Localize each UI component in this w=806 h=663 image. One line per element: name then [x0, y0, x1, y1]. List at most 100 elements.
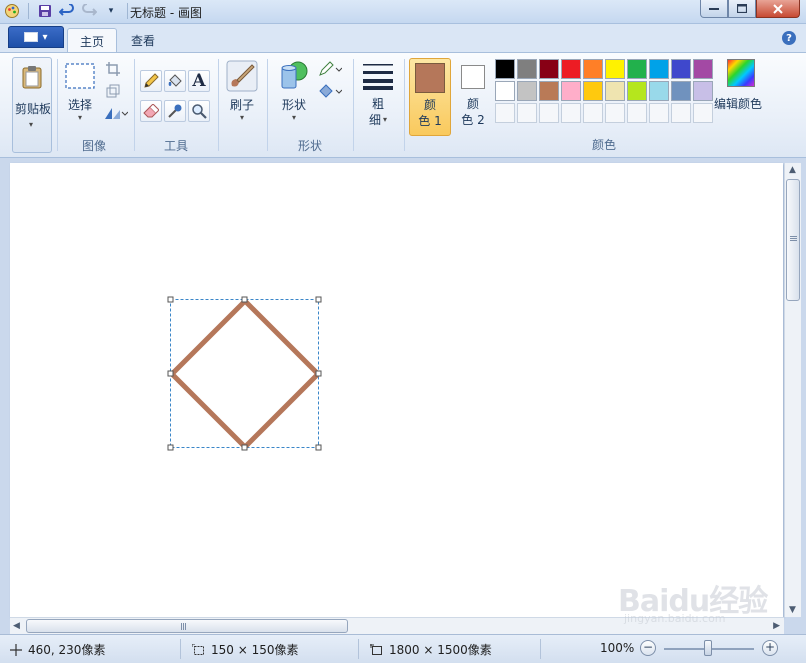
palette-empty-swatch[interactable] — [671, 103, 691, 123]
resize-handle[interactable] — [167, 296, 174, 303]
size-button[interactable]: 粗 细 ▾ — [358, 60, 398, 128]
shapes-group: 形状 ▾ 形状 — [270, 56, 350, 156]
undo-icon[interactable] — [59, 3, 75, 19]
text-icon[interactable]: A — [188, 70, 210, 92]
resize-handle[interactable] — [315, 370, 322, 377]
ribbon: 剪贴板 ▾ 选择 ▾ 图像 A 工具 刷子 ▾ 形状 ▾ 形状 粗 细 ▾ 颜 … — [0, 52, 806, 158]
palette-empty-swatch[interactable] — [605, 103, 625, 123]
palette-color-swatch[interactable] — [671, 81, 691, 101]
group-separator — [218, 59, 219, 151]
minimize-button[interactable] — [700, 0, 728, 18]
rainbow-icon — [727, 59, 755, 87]
palette-color-swatch[interactable] — [539, 59, 559, 79]
palette-color-swatch[interactable] — [495, 59, 515, 79]
color1-button[interactable]: 颜 色 1 — [409, 58, 451, 136]
palette-empty-swatch[interactable] — [539, 103, 559, 123]
save-icon[interactable] — [37, 3, 53, 19]
palette-color-swatch[interactable] — [583, 59, 603, 79]
color1-label-line2: 色 1 — [418, 114, 442, 128]
pencil-icon[interactable] — [140, 70, 162, 92]
palette-color-swatch[interactable] — [649, 81, 669, 101]
palette-color-swatch[interactable] — [561, 81, 581, 101]
resize-handle[interactable] — [315, 296, 322, 303]
resize-handle[interactable] — [241, 296, 248, 303]
palette-color-swatch[interactable] — [649, 59, 669, 79]
palette-color-swatch[interactable] — [605, 59, 625, 79]
palette-empty-swatch[interactable] — [517, 103, 537, 123]
vertical-scrollbar[interactable]: ▲ ▼ — [784, 163, 801, 617]
resize-icon[interactable] — [102, 80, 124, 102]
color-picker-icon[interactable] — [164, 100, 186, 122]
scroll-up-icon[interactable]: ▲ — [789, 165, 796, 175]
zoom-level: 100% — [600, 641, 635, 655]
help-icon[interactable]: ? — [782, 31, 796, 45]
tab-home[interactable]: 主页 — [67, 28, 118, 52]
image-size-text: 1800 × 1500像素 — [389, 643, 492, 657]
palette-empty-swatch[interactable] — [649, 103, 669, 123]
selection-size: 150 × 150像素 — [192, 641, 299, 658]
fill-bucket-icon[interactable] — [164, 70, 186, 92]
palette-color-swatch[interactable] — [561, 59, 581, 79]
clipboard-icon — [19, 64, 45, 90]
zoom-in-button[interactable]: + — [762, 640, 778, 656]
palette-color-swatch[interactable] — [627, 59, 647, 79]
eraser-icon[interactable] — [140, 100, 162, 122]
selection-box[interactable] — [170, 299, 319, 448]
palette-color-swatch[interactable] — [539, 81, 559, 101]
horizontal-scroll-thumb[interactable] — [26, 619, 348, 633]
scroll-down-icon[interactable]: ▼ — [789, 605, 796, 615]
rotate-icon[interactable] — [102, 102, 130, 124]
zoom-slider-thumb[interactable] — [704, 640, 712, 656]
tab-view[interactable]: 查看 — [119, 28, 167, 52]
zoom-out-button[interactable]: − — [640, 640, 656, 656]
palette-empty-swatch[interactable] — [627, 103, 647, 123]
shapes-button[interactable]: 形状 ▾ — [274, 60, 314, 123]
close-button[interactable] — [756, 0, 800, 18]
palette-empty-swatch[interactable] — [561, 103, 581, 123]
group-separator — [134, 59, 135, 151]
line-width-icon — [362, 60, 394, 92]
menu-document-icon — [24, 32, 39, 42]
resize-handle[interactable] — [167, 444, 174, 451]
outline-pen-icon[interactable] — [316, 58, 344, 80]
resize-handle[interactable] — [315, 444, 322, 451]
magnifier-icon[interactable] — [188, 100, 210, 122]
color2-button[interactable]: 颜 色 2 — [455, 58, 491, 136]
palette-color-swatch[interactable] — [671, 59, 691, 79]
customize-toolbar-icon[interactable]: ▾ — [103, 3, 119, 19]
vertical-scroll-thumb[interactable] — [786, 179, 800, 301]
redo-icon[interactable] — [81, 3, 97, 19]
palette-color-swatch[interactable] — [605, 81, 625, 101]
status-divider — [358, 639, 359, 659]
color1-swatch — [415, 63, 445, 93]
palette-color-swatch[interactable] — [495, 81, 515, 101]
scroll-left-icon[interactable]: ◀ — [13, 621, 20, 631]
maximize-button[interactable] — [728, 0, 756, 18]
color1-label-line1: 颜 — [423, 98, 436, 112]
brushes-button[interactable]: 刷子 ▾ — [222, 60, 262, 123]
clipboard-button[interactable]: 剪贴板 ▾ — [12, 57, 52, 153]
palette-color-swatch[interactable] — [517, 81, 537, 101]
color2-label-line1: 颜 — [466, 97, 479, 111]
palette-color-swatch[interactable] — [693, 59, 713, 79]
edit-colors-button[interactable]: 编辑颜色 — [714, 59, 767, 112]
palette-empty-swatch[interactable] — [495, 103, 515, 123]
drawing-canvas[interactable] — [10, 163, 783, 617]
palette-empty-swatch[interactable] — [583, 103, 603, 123]
crop-icon[interactable] — [102, 58, 124, 80]
paint-menu-button[interactable]: ▾ — [8, 26, 64, 48]
palette-color-swatch[interactable] — [583, 81, 603, 101]
resize-handle[interactable] — [241, 444, 248, 451]
work-area: ▲ ▼ ◀ ▶ — [0, 158, 806, 634]
status-bar: 460, 230像素 150 × 150像素 1800 × 1500像素 100… — [0, 634, 806, 663]
toolbar-separator — [127, 3, 128, 19]
palette-color-swatch[interactable] — [627, 81, 647, 101]
paint-app-icon[interactable] — [4, 3, 20, 19]
selection-size-text: 150 × 150像素 — [211, 643, 299, 657]
palette-color-swatch[interactable] — [517, 59, 537, 79]
resize-handle[interactable] — [167, 370, 174, 377]
fill-icon[interactable] — [316, 80, 344, 102]
grip-icon — [790, 236, 797, 237]
color2-label-line2: 色 2 — [461, 113, 485, 127]
select-button[interactable]: 选择 ▾ — [60, 60, 100, 123]
